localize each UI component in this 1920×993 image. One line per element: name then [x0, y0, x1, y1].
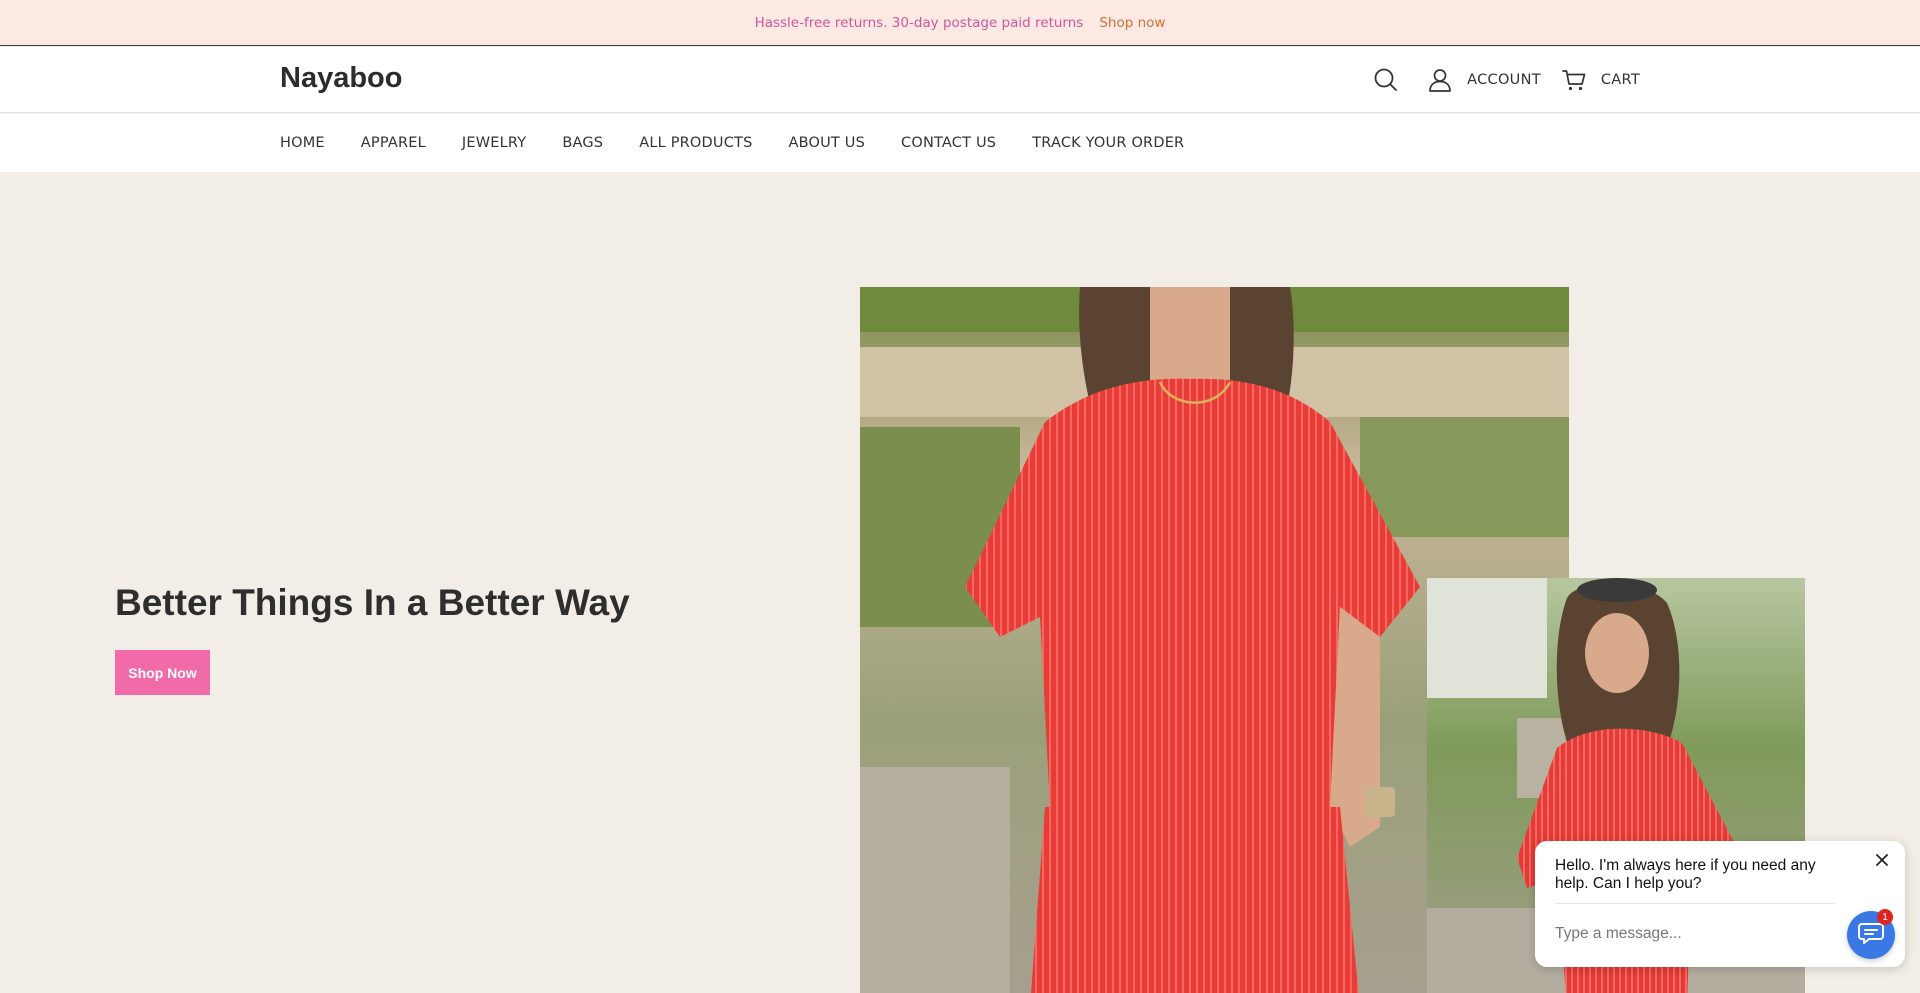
chat-message-input[interactable] [1555, 921, 1815, 947]
nav-item-home[interactable]: HOME [280, 135, 325, 151]
chat-divider [1555, 903, 1835, 904]
main-navigation: HOME APPAREL JEWELRY BAGS ALL PRODUCTS A… [0, 114, 1920, 172]
site-header: Nayaboo ACCOUNT CART [0, 47, 1920, 113]
header-actions: ACCOUNT CART [1373, 47, 1640, 113]
announcement-shop-link[interactable]: Shop now [1099, 15, 1165, 31]
hero-headline: Better Things In a Better Way [115, 582, 630, 623]
account-link[interactable]: ACCOUNT [1467, 72, 1541, 88]
close-icon[interactable] [1871, 849, 1893, 871]
cart-icon[interactable] [1561, 67, 1587, 93]
hero-shop-now-button[interactable]: Shop Now [115, 650, 210, 695]
site-logo[interactable]: Nayaboo [280, 62, 402, 95]
chat-greeting: Hello. I'm always here if you need any h… [1555, 857, 1816, 892]
nav-item-contact-us[interactable]: CONTACT US [901, 135, 996, 151]
announcement-message: Hassle-free returns. 30-day postage paid… [754, 14, 1084, 31]
chat-bubble-icon [1858, 921, 1884, 949]
nav-item-track-order[interactable]: TRACK YOUR ORDER [1032, 135, 1184, 151]
nav-item-jewelry[interactable]: JEWELRY [462, 135, 526, 151]
account-icon[interactable] [1427, 67, 1453, 93]
cart-link[interactable]: CART [1601, 72, 1640, 88]
nav-item-apparel[interactable]: APPAREL [361, 135, 426, 151]
announcement-bar: Hassle-free returns. 30-day postage paid… [0, 0, 1920, 46]
nav-item-all-products[interactable]: ALL PRODUCTS [639, 135, 752, 151]
chat-unread-badge: 1 [1877, 909, 1893, 925]
nav-item-bags[interactable]: BAGS [562, 135, 603, 151]
nav-item-about-us[interactable]: ABOUT US [788, 135, 865, 151]
chat-widget: Hello. I'm always here if you need any h… [1535, 841, 1905, 967]
search-icon[interactable] [1373, 67, 1399, 93]
